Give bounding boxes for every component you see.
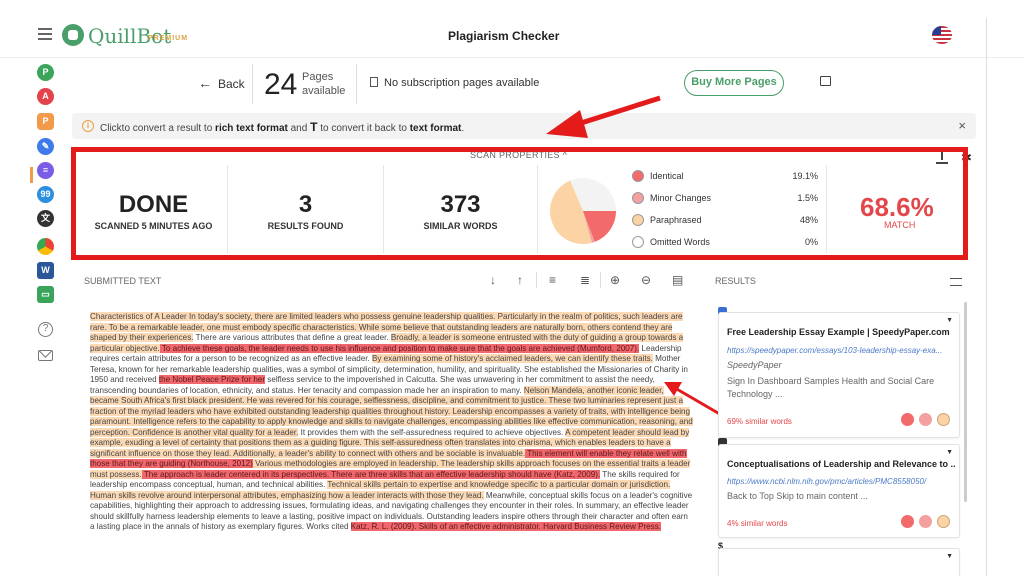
result-url[interactable]: https://speedypaper.com/essays/103-leade…	[727, 346, 955, 355]
divider	[986, 18, 987, 576]
paraphrased-dot-icon	[937, 413, 950, 426]
align-left-icon[interactable]: ≡	[549, 273, 556, 287]
identical-highlight[interactable]: Katz, R. L. (2009). Skills of an effecti…	[350, 522, 662, 531]
minor-changes-dot-icon	[919, 515, 932, 528]
grammar-icon[interactable]: A	[37, 88, 54, 105]
subscription-note: No subscription pages available	[370, 77, 539, 89]
citation-icon[interactable]: 99	[37, 186, 54, 203]
desktop-icon[interactable]: ▭	[37, 286, 54, 303]
result-source: SpeedyPaper	[727, 360, 782, 370]
translator-icon[interactable]: 文	[37, 210, 54, 227]
result-title[interactable]: Conceptualisations of Leadership and Rel…	[727, 459, 955, 469]
back-button[interactable]: ← Back	[198, 75, 245, 91]
plain-text: There are various attributes that define…	[193, 333, 391, 342]
zoom-in-icon[interactable]: ⊕	[610, 273, 620, 287]
divider	[252, 64, 253, 104]
submitted-document[interactable]: Characteristics of A Leader In today's s…	[84, 304, 694, 576]
help-icon[interactable]: ?	[38, 322, 53, 337]
chevron-down-icon[interactable]: ▼	[946, 449, 953, 456]
us-flag-icon[interactable]	[932, 26, 952, 44]
active-indicator	[30, 167, 33, 183]
paraphrased-highlight[interactable]: By examining some of history's acclaimed…	[371, 354, 653, 363]
next-match-icon[interactable]: ↓	[490, 273, 496, 287]
annotation-box	[71, 147, 968, 260]
result-url[interactable]: https://www.ncbi.nlm.nih.gov/pmc/article…	[727, 477, 955, 486]
info-icon: i	[82, 120, 94, 132]
chevron-down-icon[interactable]: ▼	[946, 553, 953, 560]
pages-label: Pages available	[302, 71, 346, 97]
chrome-extension-icon[interactable]	[37, 238, 54, 255]
document-icon	[370, 77, 378, 87]
zoom-out-icon[interactable]: ⊖	[641, 273, 651, 287]
plagiarism-icon[interactable]: P	[37, 113, 54, 130]
sidebar: P A P ✎ ≡ 99 文 W ▭ ?	[0, 58, 70, 576]
identical-highlight[interactable]: the Nobel Peace Prize for her	[158, 375, 266, 384]
identical-dot-icon	[901, 413, 914, 426]
result-card[interactable]: ▼	[718, 548, 960, 576]
filter-icon[interactable]	[950, 278, 962, 286]
feedback-icon[interactable]	[820, 76, 831, 86]
result-similarity: 69% similar words	[727, 417, 792, 426]
top-bar: QuillBot PREMIUM Plagiarism Checker	[0, 0, 1024, 58]
info-banner: i Clickto convert a result to rich text …	[72, 113, 976, 139]
word-addin-icon[interactable]: W	[37, 262, 54, 279]
divider	[536, 272, 537, 288]
close-icon[interactable]: ×	[958, 118, 966, 133]
minor-changes-dot-icon	[919, 413, 932, 426]
prev-match-icon[interactable]: ↑	[517, 273, 523, 287]
result-card[interactable]: ▼ Free Leadership Essay Example | Speedy…	[718, 312, 960, 438]
submitted-text-header: SUBMITTED TEXT	[84, 276, 162, 286]
result-snippet: Back to Top Skip to main content ...	[727, 491, 868, 501]
quillbot-logo-icon[interactable]	[62, 24, 84, 46]
print-icon[interactable]: ▤	[672, 273, 683, 287]
back-arrow-icon: ←	[198, 75, 212, 91]
paraphraser-icon[interactable]: P	[37, 64, 54, 81]
pages-count: 24	[264, 68, 298, 101]
result-title[interactable]: Free Leadership Essay Example | SpeedyPa…	[727, 327, 955, 337]
align-right-icon[interactable]: ≣	[580, 273, 590, 287]
result-card[interactable]: ▼ Conceptualisations of Leadership and R…	[718, 444, 960, 538]
cowriter-icon[interactable]: ✎	[37, 138, 54, 155]
subscription-note-text: No subscription pages available	[384, 77, 540, 89]
result-similarity: 4% similar words	[727, 519, 788, 528]
premium-badge: PREMIUM	[148, 35, 189, 42]
buy-more-pages-button[interactable]: Buy More Pages	[684, 70, 784, 96]
identical-dot-icon	[901, 515, 914, 528]
results-header: RESULTS	[715, 276, 756, 286]
identical-highlight[interactable]: The approach is leader centered in its p…	[141, 469, 601, 479]
divider	[600, 272, 601, 288]
menu-icon[interactable]	[38, 28, 52, 40]
chevron-down-icon[interactable]: ▼	[946, 317, 953, 324]
summarizer-icon[interactable]: ≡	[37, 162, 54, 179]
page-title: Plagiarism Checker	[448, 29, 560, 43]
back-label: Back	[218, 77, 245, 91]
identical-highlight[interactable]: To achieve these goals, the leader needs…	[159, 343, 640, 353]
mail-icon[interactable]	[38, 350, 53, 361]
divider	[356, 64, 357, 104]
banner-text: Clickto convert a result to rich text fo…	[100, 120, 465, 134]
result-snippet: Sign In Dashboard Samples Health and Soc…	[727, 376, 935, 399]
plain-text: It provides them with the self-assuredne…	[298, 427, 566, 437]
results-scrollbar[interactable]	[964, 302, 967, 502]
paraphrased-dot-icon	[937, 515, 950, 528]
